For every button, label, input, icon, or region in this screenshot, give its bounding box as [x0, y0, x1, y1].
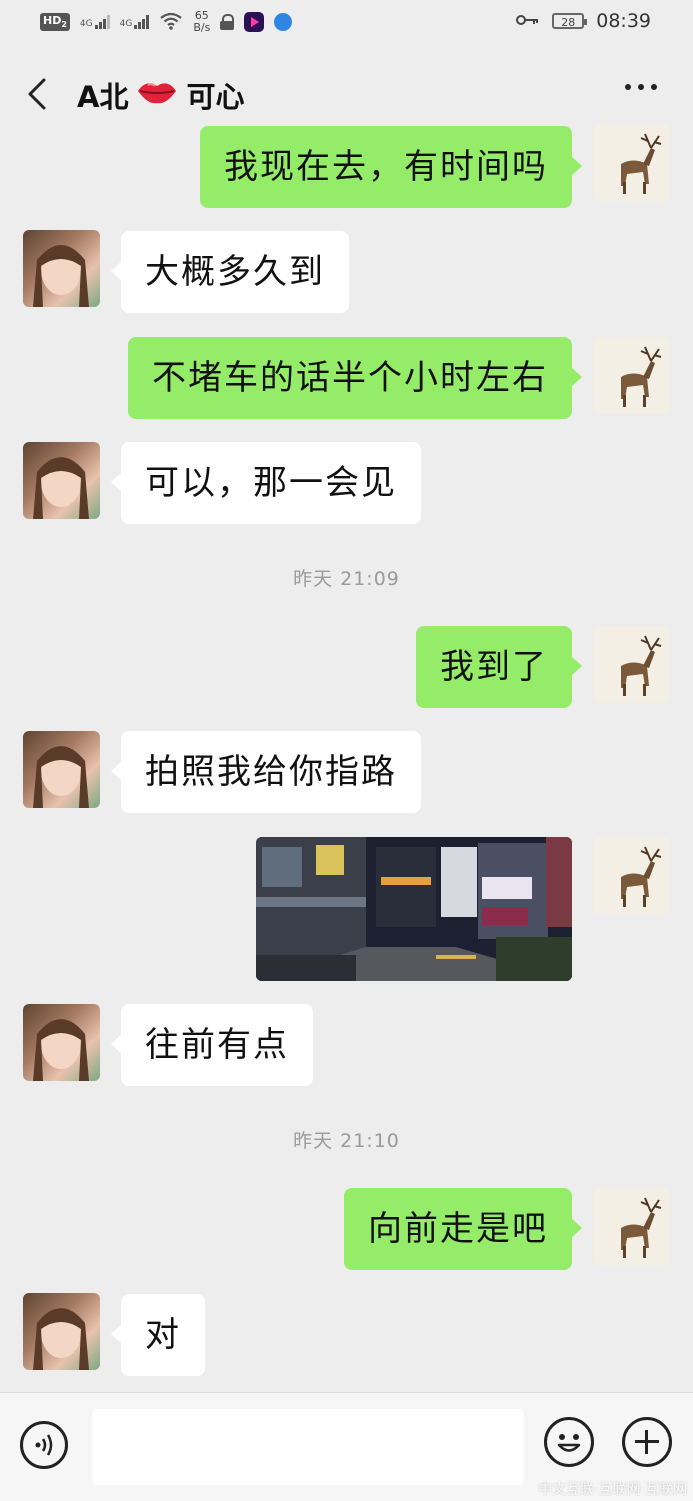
message-bubble-self[interactable]: 我现在去，有时间吗 [200, 126, 582, 208]
message-bubble-other[interactable]: 可以，那一会见 [111, 442, 421, 524]
self-avatar[interactable] [593, 1188, 670, 1265]
browser-app-icon [274, 13, 293, 31]
photo-message[interactable] [256, 837, 572, 981]
contact-name-prefix: A北 [77, 80, 129, 114]
dot-icon [638, 84, 644, 90]
contact-avatar[interactable] [23, 1293, 100, 1370]
battery-icon: 28 [552, 13, 588, 29]
deer-icon [621, 1197, 662, 1258]
chevron-left-icon [28, 78, 46, 110]
self-avatar[interactable] [593, 626, 670, 703]
message-bubble-other[interactable]: 大概多久到 [111, 231, 349, 313]
contact-avatar[interactable] [23, 230, 100, 307]
status-left: HD2 4G 4G 65 B/s [40, 9, 293, 34]
wifi-icon [159, 12, 183, 33]
self-avatar[interactable] [593, 124, 670, 201]
signal-icon-2: 4G [120, 15, 150, 29]
lock-icon [220, 14, 235, 30]
emoji-button[interactable] [544, 1417, 594, 1467]
input-bar: 中文互联·互联网·互联网 [0, 1392, 693, 1501]
back-button[interactable] [22, 74, 54, 114]
clock: 08:39 [596, 10, 651, 32]
dot-icon [651, 84, 657, 90]
signal-icon: 4G [80, 15, 110, 29]
kiss-emoji-icon [136, 77, 178, 114]
status-bar: HD2 4G 4G 65 B/s 28 08:39 [0, 0, 693, 48]
portrait-icon [33, 457, 89, 519]
hd-icon: HD2 [40, 13, 70, 31]
deer-icon [621, 635, 662, 696]
contact-avatar[interactable] [23, 1004, 100, 1081]
dot-icon [625, 84, 631, 90]
deer-icon [621, 346, 662, 407]
plus-button[interactable] [622, 1417, 672, 1467]
deer-icon [621, 133, 662, 194]
voice-icon [35, 1434, 53, 1456]
voice-button[interactable] [20, 1421, 68, 1469]
timestamp: 昨天 21:10 [293, 1130, 400, 1152]
portrait-icon [33, 245, 89, 307]
watermark: 中文互联·互联网·互联网 [538, 1482, 687, 1498]
contact-name-suffix: 可心 [186, 80, 245, 114]
emoji-icon [557, 1434, 581, 1452]
more-options-button[interactable] [625, 84, 657, 90]
message-bubble-other[interactable]: 往前有点 [111, 1004, 313, 1086]
chat-title: A北 可心 [77, 74, 244, 116]
key-icon [516, 11, 540, 32]
contact-avatar[interactable] [23, 442, 100, 519]
contact-avatar[interactable] [23, 731, 100, 808]
net-speed: 65 B/s [193, 9, 211, 34]
self-avatar[interactable] [593, 337, 670, 414]
status-right: 28 08:39 [516, 10, 651, 32]
message-bubble-other[interactable]: 对 [111, 1294, 205, 1376]
self-avatar[interactable] [593, 837, 670, 914]
video-app-icon [244, 12, 265, 32]
message-bubble-other[interactable]: 拍照我给你指路 [111, 731, 421, 813]
portrait-icon [33, 1308, 89, 1370]
timestamp: 昨天 21:09 [293, 568, 400, 590]
message-bubble-self[interactable]: 不堵车的话半个小时左右 [128, 337, 582, 419]
message-bubble-self[interactable]: 向前走是吧 [344, 1188, 582, 1270]
deer-icon [621, 846, 662, 907]
message-input[interactable] [92, 1409, 524, 1485]
message-bubble-self[interactable]: 我到了 [416, 626, 582, 708]
portrait-icon [33, 746, 89, 808]
street-photo-icon [256, 837, 572, 981]
portrait-icon [33, 1019, 89, 1081]
